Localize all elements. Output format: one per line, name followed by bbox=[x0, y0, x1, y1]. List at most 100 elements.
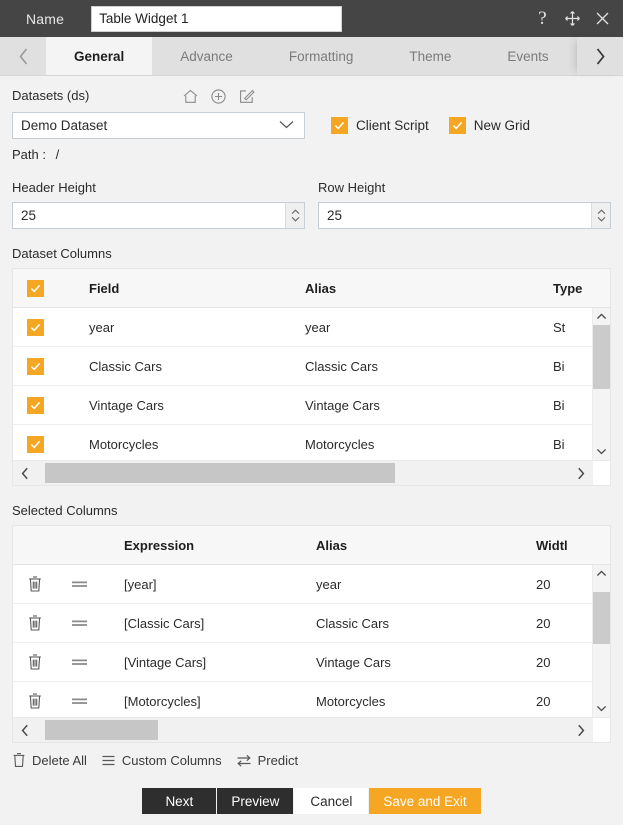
table-row[interactable]: [year] year 20 bbox=[13, 565, 610, 604]
table-row[interactable]: Motorcycles Motorcycles Bi bbox=[13, 425, 610, 460]
cell-expression[interactable]: [Motorcycles] bbox=[101, 694, 316, 709]
header-height-spin-buttons[interactable] bbox=[285, 203, 304, 228]
column-header-type[interactable]: Type bbox=[553, 281, 593, 296]
selected-columns-vertical-scrollbar[interactable] bbox=[592, 565, 610, 717]
trash-icon bbox=[13, 753, 25, 767]
row-checkbox[interactable] bbox=[26, 435, 44, 453]
cell-alias[interactable]: Vintage Cars bbox=[316, 655, 536, 670]
drag-handle[interactable] bbox=[57, 696, 101, 706]
delete-row-button[interactable] bbox=[13, 692, 57, 710]
cell-expression[interactable]: [year] bbox=[101, 577, 316, 592]
horizontal-scroll-thumb[interactable] bbox=[45, 720, 158, 740]
row-height-stepper[interactable] bbox=[318, 202, 611, 229]
row-checkbox[interactable] bbox=[26, 318, 44, 336]
plus-circle-icon[interactable] bbox=[210, 88, 227, 105]
move-icon[interactable] bbox=[562, 8, 583, 29]
table-row[interactable]: Vintage Cars Vintage Cars Bi bbox=[13, 386, 610, 425]
column-header-alias[interactable]: Alias bbox=[305, 281, 553, 296]
scroll-left-icon[interactable] bbox=[13, 467, 37, 480]
spin-up-icon bbox=[291, 209, 299, 214]
horizontal-scroll-track[interactable] bbox=[37, 718, 569, 742]
column-header-width[interactable]: Widtl bbox=[536, 538, 593, 553]
drag-handle[interactable] bbox=[57, 618, 101, 628]
tab-formatting[interactable]: Formatting bbox=[260, 37, 382, 75]
widget-name-input[interactable] bbox=[91, 5, 343, 32]
selected-columns-title: Selected Columns bbox=[12, 503, 118, 518]
vertical-scroll-track[interactable] bbox=[593, 325, 610, 443]
cell-alias[interactable]: Classic Cars bbox=[316, 616, 536, 631]
preview-button[interactable]: Preview bbox=[217, 788, 294, 814]
delete-all-button[interactable]: Delete All bbox=[12, 752, 94, 768]
tabs-next-arrow-icon[interactable] bbox=[577, 37, 623, 75]
custom-columns-button[interactable]: Custom Columns bbox=[101, 753, 229, 768]
scroll-left-icon[interactable] bbox=[13, 724, 37, 737]
delete-row-button[interactable] bbox=[13, 653, 57, 671]
cancel-button[interactable]: Cancel bbox=[294, 788, 369, 814]
next-button[interactable]: Next bbox=[142, 788, 217, 814]
cell-expression[interactable]: [Vintage Cars] bbox=[101, 655, 316, 670]
column-header-field[interactable]: Field bbox=[57, 281, 305, 296]
delete-row-button[interactable] bbox=[13, 575, 57, 593]
cell-alias[interactable]: year bbox=[316, 577, 536, 592]
spin-up-icon bbox=[597, 209, 605, 214]
table-row[interactable]: Classic Cars Classic Cars Bi bbox=[13, 347, 610, 386]
row-checkbox[interactable] bbox=[26, 396, 44, 414]
vertical-scroll-track[interactable] bbox=[593, 582, 610, 700]
drag-handle[interactable] bbox=[57, 579, 101, 589]
tab-theme[interactable]: Theme bbox=[381, 37, 480, 75]
selected-columns-horizontal-scrollbar[interactable] bbox=[13, 717, 610, 742]
header-height-input[interactable] bbox=[13, 203, 285, 228]
edit-icon[interactable] bbox=[238, 88, 255, 105]
cell-width[interactable]: 20 bbox=[536, 694, 593, 709]
tab-general[interactable]: General bbox=[46, 37, 153, 75]
tab-events[interactable]: Events bbox=[479, 37, 577, 75]
select-all-checkbox[interactable] bbox=[26, 279, 44, 297]
horizontal-scroll-track[interactable] bbox=[37, 461, 569, 485]
scroll-down-icon[interactable] bbox=[593, 443, 610, 460]
scroll-right-icon[interactable] bbox=[569, 724, 593, 737]
row-height-input[interactable] bbox=[319, 203, 591, 228]
dataset-select[interactable]: Demo Dataset bbox=[12, 112, 305, 139]
cell-width[interactable]: 20 bbox=[536, 655, 593, 670]
cell-alias[interactable]: Motorcycles bbox=[316, 694, 536, 709]
new-grid-checkbox[interactable] bbox=[448, 117, 466, 134]
scroll-up-icon[interactable] bbox=[593, 308, 610, 325]
scroll-up-icon[interactable] bbox=[593, 565, 610, 582]
row-height-spin-buttons[interactable] bbox=[591, 203, 610, 228]
client-script-checkbox[interactable] bbox=[331, 117, 348, 134]
table-row[interactable]: year year St bbox=[13, 308, 610, 347]
vertical-scroll-thumb[interactable] bbox=[593, 325, 610, 389]
dataset-columns-header: Field Alias Type bbox=[13, 269, 610, 308]
header-height-stepper[interactable] bbox=[12, 202, 305, 229]
scroll-down-icon[interactable] bbox=[593, 700, 610, 717]
save-and-exit-button[interactable]: Save and Exit bbox=[369, 788, 481, 814]
dataset-columns-vertical-scrollbar[interactable] bbox=[592, 308, 610, 460]
close-icon[interactable] bbox=[592, 8, 613, 29]
cell-expression[interactable]: [Classic Cars] bbox=[101, 616, 316, 631]
vertical-scroll-thumb[interactable] bbox=[593, 592, 610, 644]
home-icon[interactable] bbox=[182, 88, 199, 105]
predict-button[interactable]: Predict bbox=[236, 753, 305, 768]
delete-all-label: Delete All bbox=[32, 752, 87, 768]
cell-width[interactable]: 20 bbox=[536, 577, 593, 592]
help-icon[interactable]: ? bbox=[532, 8, 553, 29]
horizontal-scroll-thumb[interactable] bbox=[45, 463, 395, 483]
dataset-path: Path : / bbox=[12, 147, 611, 162]
tab-advance[interactable]: Advance bbox=[152, 37, 261, 75]
table-row[interactable]: [Vintage Cars] Vintage Cars 20 bbox=[13, 643, 610, 682]
datasets-icon-group bbox=[182, 88, 255, 105]
table-row[interactable]: [Motorcycles] Motorcycles 20 bbox=[13, 682, 610, 717]
drag-handle-icon bbox=[71, 698, 87, 704]
scroll-right-icon[interactable] bbox=[569, 467, 593, 480]
trash-icon bbox=[29, 654, 41, 670]
row-checkbox[interactable] bbox=[26, 357, 44, 375]
cell-field: Classic Cars bbox=[89, 358, 162, 374]
tabs-prev-arrow-icon[interactable] bbox=[0, 37, 46, 75]
column-header-expression[interactable]: Expression bbox=[101, 538, 316, 553]
dataset-columns-horizontal-scrollbar[interactable] bbox=[13, 460, 610, 485]
drag-handle[interactable] bbox=[57, 657, 101, 667]
delete-row-button[interactable] bbox=[13, 614, 57, 632]
cell-width[interactable]: 20 bbox=[536, 616, 593, 631]
column-header-alias[interactable]: Alias bbox=[316, 538, 536, 553]
table-row[interactable]: [Classic Cars] Classic Cars 20 bbox=[13, 604, 610, 643]
